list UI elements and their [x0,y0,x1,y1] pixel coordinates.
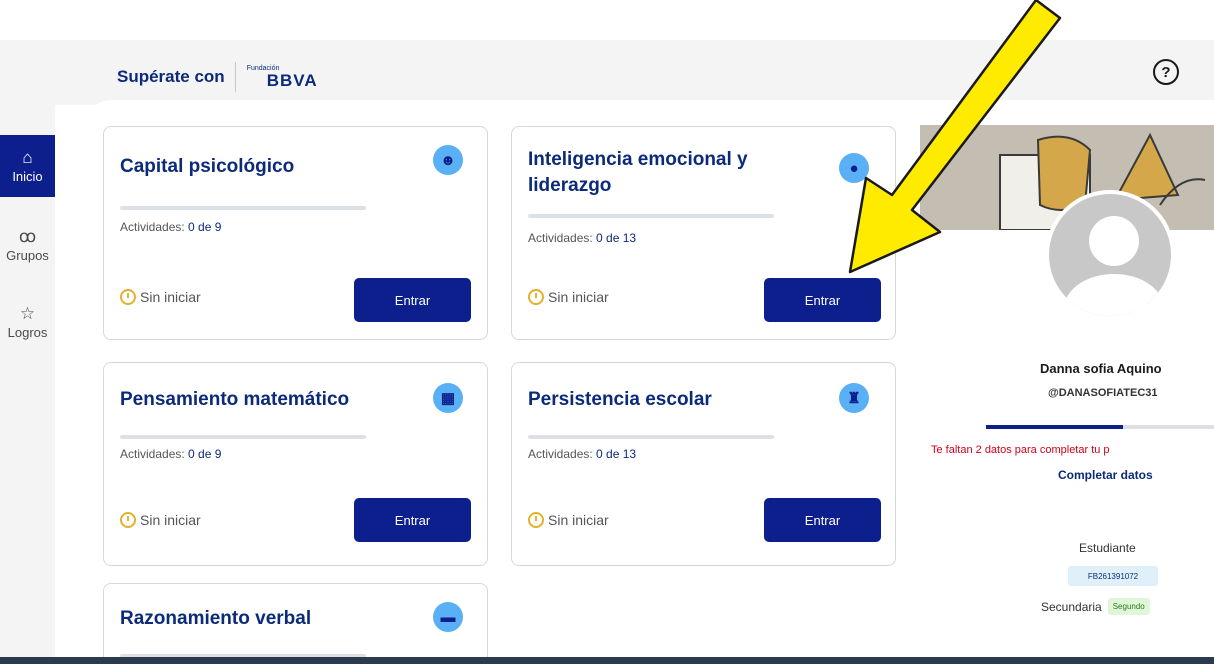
course-card: Capital psicológico ☻ Actividades: 0 de … [103,126,488,340]
card-title: Razonamiento verbal [120,608,312,629]
clock-icon [528,512,544,528]
calculator-icon: ▦ [433,383,463,413]
activities-value: 0 de 13 [596,231,637,245]
status-label: Sin iniciar [140,512,201,528]
sidebar-item-label: Inicio [12,168,43,184]
chat-icon: ▬ [433,602,463,632]
status-label: Sin iniciar [548,289,609,305]
course-card: Razonamiento verbal ▬ [103,583,488,664]
progress-bar [528,435,774,439]
logo-big-text: BBVA [266,71,318,90]
enter-button[interactable]: Entrar [354,498,471,542]
card-title: Capital psicológico [120,156,295,177]
sidebar-item-grupos[interactable]: ꝏ Grupos [0,214,55,276]
card-title-line: Inteligencia emocional y [528,149,748,170]
card-title: Persistencia escolar [528,389,712,410]
activities-count: Actividades: 0 de 9 [120,447,221,461]
brand: Supérate con Fundación BBVA [117,62,318,92]
course-card: Persistencia escolar ♜ Actividades: 0 de… [511,362,896,566]
group-icon: ꝏ [18,226,37,246]
enter-button[interactable]: Entrar [764,498,881,542]
progress-bar [120,206,366,210]
school-icon: ♜ [839,383,869,413]
app-root: Supérate con Fundación BBVA ? ⌂ Inicio ꝏ… [0,0,1214,664]
brain-head-icon: ☻ [433,145,463,175]
status: Sin iniciar [528,512,609,528]
help-icon[interactable]: ? [1153,59,1179,85]
enter-button[interactable]: Entrar [354,278,471,322]
enter-button[interactable]: Entrar [764,278,881,322]
brand-text: Supérate con [117,67,225,86]
status-label: Sin iniciar [548,512,609,528]
complete-data-link[interactable]: Completar datos [1058,468,1153,482]
grade-badge: Segundo [1107,598,1150,615]
profile-level-label: Secundaria [1041,599,1102,614]
profile-username: @DANASOFIATEC31 [1048,387,1158,399]
card-title: Pensamiento matemático [120,389,350,410]
activities-count: Actividades: 0 de 9 [120,220,221,234]
profile-level: Secundaria Segundo [1041,598,1150,615]
sidebar-item-inicio[interactable]: ⌂ Inicio [0,135,55,197]
profile-warning: Te faltan 2 datos para completar tu p [931,444,1110,456]
sidebar-item-label: Logros [7,324,48,340]
progress-bar [528,214,774,218]
sidebar-item-logros[interactable]: ☆ Logros [0,291,55,353]
profile-progress-bar [986,425,1214,429]
card-title: Inteligencia emocional y liderazgo [528,147,748,199]
clock-icon [120,289,136,305]
progress-bar [120,435,366,439]
activities-value: 0 de 13 [596,447,637,461]
sidebar-item-label: Grupos [6,247,49,263]
status: Sin iniciar [528,289,609,305]
status-label: Sin iniciar [140,289,201,305]
activities-label: Actividades: [528,231,593,245]
course-card: Pensamiento matemático ▦ Actividades: 0 … [103,362,488,566]
activities-count: Actividades: 0 de 13 [528,231,636,245]
avatar-body [1064,274,1164,316]
avatar-head [1089,216,1139,266]
clock-icon [528,289,544,305]
card-title-line: liderazgo [528,175,612,196]
activities-label: Actividades: [120,220,185,234]
profile-id-badge: FB261391072 [1068,566,1158,586]
profile-role: Estudiante [1079,541,1136,555]
activities-label: Actividades: [120,447,185,461]
activities-count: Actividades: 0 de 13 [528,447,636,461]
clock-icon [120,512,136,528]
activities-value: 0 de 9 [188,447,222,461]
status: Sin iniciar [120,289,201,305]
brand-divider [234,62,236,92]
bbva-logo: Fundación BBVA [247,65,318,89]
activities-label: Actividades: [528,447,593,461]
avatar [1045,190,1175,320]
activities-value: 0 de 9 [188,220,222,234]
status: Sin iniciar [120,512,201,528]
profile-name: Danna sofia Aquino [1040,361,1162,376]
home-icon: ⌂ [22,147,33,167]
star-icon: ☆ [19,303,36,323]
course-card: Inteligencia emocional y liderazgo ● Act… [511,126,896,340]
taskbar-strip [0,657,1214,664]
profile-progress-fill [986,425,1123,429]
brain-icon: ● [839,153,869,183]
